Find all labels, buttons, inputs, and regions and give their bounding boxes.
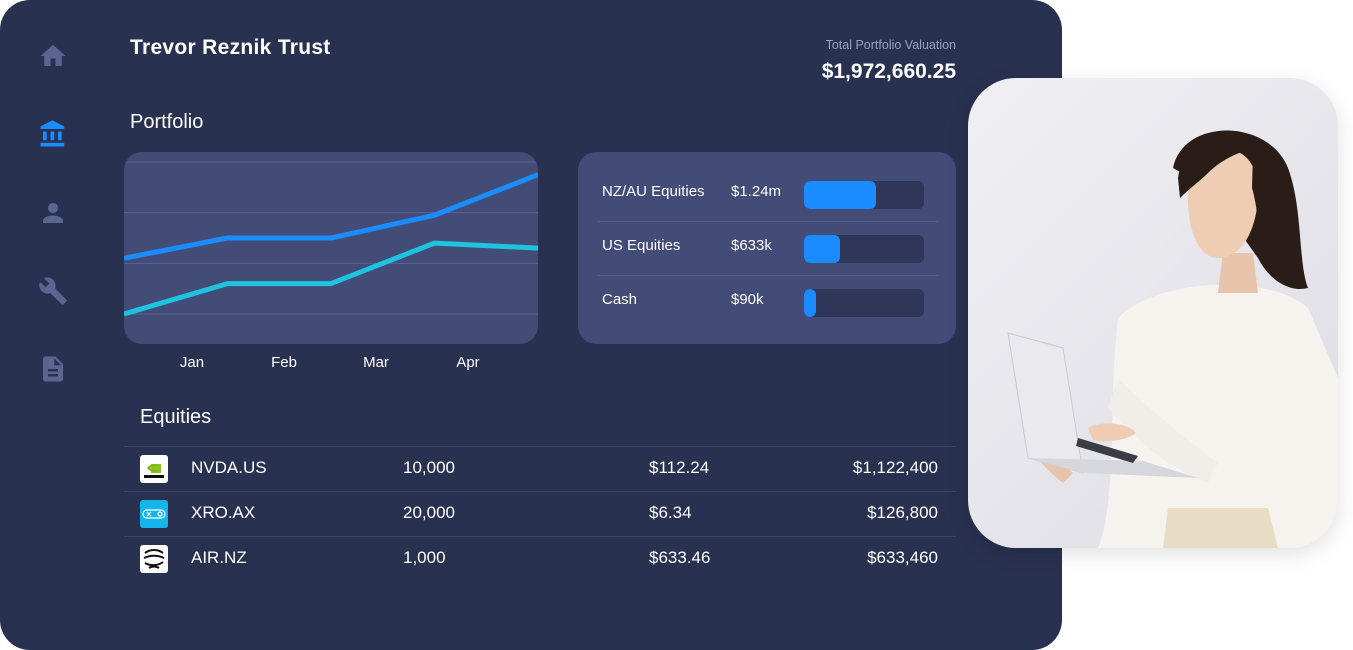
equities-table: NVDA.US 10,000 $112.24 $1,122,400 XRO.AX… [124, 446, 956, 581]
x-tick-label: Apr [456, 354, 480, 371]
allocation-bar-fill [804, 289, 816, 317]
table-row[interactable]: NVDA.US 10,000 $112.24 $1,122,400 [124, 446, 956, 491]
allocation-name: US Equities [602, 237, 681, 254]
allocation-bar-fill [804, 181, 876, 209]
allocation-name: NZ/AU Equities [602, 183, 705, 200]
equities-title: Equities [140, 406, 212, 428]
table-row[interactable]: AIR.NZ 1,000 $633.46 $633,460 [124, 536, 956, 581]
price: $633.46 [649, 548, 711, 567]
price: $6.34 [649, 503, 692, 522]
quantity: 1,000 [403, 548, 446, 567]
allocation-amount: $1.24m [731, 183, 782, 200]
portfolio-chart [124, 152, 538, 344]
x-tick-label: Feb [271, 354, 297, 371]
divider [598, 275, 938, 276]
holding-value: $1,122,400 [852, 458, 938, 477]
series-line-2 [124, 240, 538, 317]
portfolio-title: Portfolio [130, 111, 204, 133]
price: $112.24 [649, 458, 710, 477]
bank-icon[interactable] [36, 117, 70, 151]
table-row[interactable]: XRO.AX 20,000 $6.34 $126,800 [124, 491, 956, 536]
home-icon[interactable] [36, 39, 70, 73]
x-tick-label: Jan [179, 354, 205, 371]
allocation-row: US Equities $633k [598, 221, 938, 275]
quantity: 20,000 [403, 503, 455, 522]
allocation-bar [804, 235, 924, 263]
document-icon[interactable] [36, 352, 70, 386]
allocation-card: NZ/AU Equities $1.24m US Equities $633k … [578, 152, 956, 344]
allocation-name: Cash [602, 291, 638, 308]
ticker: NVDA.US [191, 458, 267, 477]
woman-with-laptop-photo [968, 78, 1338, 548]
holding-value: $633,460 [867, 548, 938, 567]
total-valuation-value: $1,972,660.25 [821, 60, 956, 83]
quantity: 10,000 [403, 458, 455, 477]
portfolio-dashboard: Trevor Reznik Trust Total Portfolio Valu… [0, 0, 1062, 650]
allocation-amount: $90k [731, 291, 764, 308]
allocation-bar-fill [804, 235, 840, 263]
allocation-row: NZ/AU Equities $1.24m [598, 167, 938, 221]
ticker: AIR.NZ [191, 548, 247, 567]
allocation-amount: $633k [731, 237, 772, 254]
line-chart [124, 161, 538, 317]
divider [598, 221, 938, 222]
total-valuation-label: Total Portfolio Valuation [825, 38, 956, 52]
allocation-row: Cash $90k [598, 275, 938, 329]
air-nz-logo [140, 545, 168, 573]
ticker: XRO.AX [191, 503, 256, 522]
xero-logo [140, 500, 168, 528]
allocation-bar [804, 181, 924, 209]
account-title: Trevor Reznik Trust [130, 36, 331, 59]
holding-value: $126,800 [867, 503, 938, 522]
x-tick-label: Mar [363, 354, 389, 371]
nvidia-logo [140, 455, 168, 483]
allocation-bar [804, 289, 924, 317]
wrench-icon[interactable] [36, 274, 70, 308]
person-icon[interactable] [36, 196, 70, 230]
